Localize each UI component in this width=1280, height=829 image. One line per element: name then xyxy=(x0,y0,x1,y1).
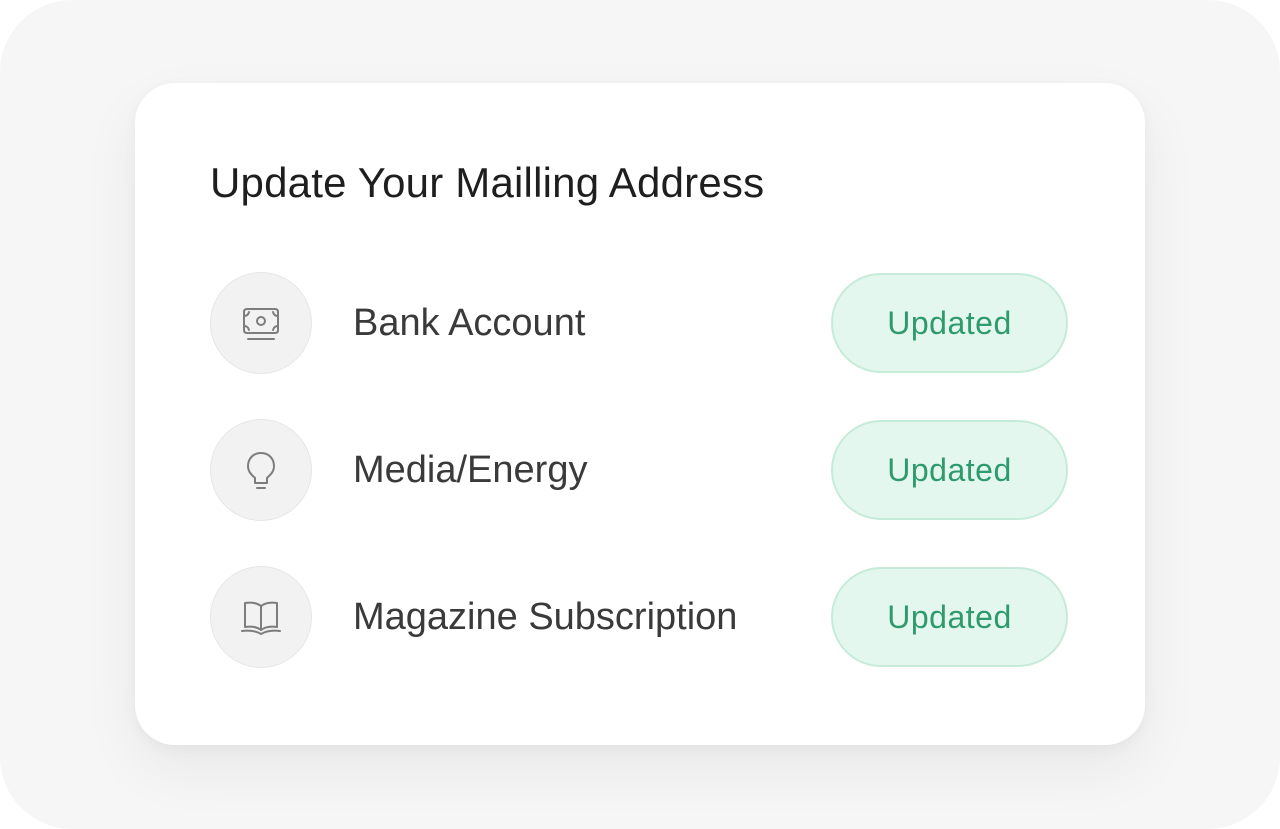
magazine-subscription-label: Magazine Subscription xyxy=(353,596,738,638)
media-energy-status-badge: Updated xyxy=(831,420,1068,520)
mailing-address-card: Update Your Mailling Address Bank Accoun… xyxy=(135,83,1145,745)
list-item-bank-account[interactable]: Bank Account Updated xyxy=(210,272,1070,376)
open-book-icon xyxy=(210,566,312,668)
list-item-media-energy[interactable]: Media/Energy Updated xyxy=(210,419,1070,523)
card-title: Update Your Mailling Address xyxy=(210,159,765,206)
list-item-magazine-subscription[interactable]: Magazine Subscription Updated xyxy=(210,566,1070,670)
bank-account-label: Bank Account xyxy=(353,302,586,344)
money-bill-icon xyxy=(210,272,312,374)
media-energy-label: Media/Energy xyxy=(353,449,588,491)
magazine-subscription-status-badge: Updated xyxy=(831,567,1068,667)
screen-background: Update Your Mailling Address Bank Accoun… xyxy=(0,0,1280,829)
lightbulb-icon xyxy=(210,419,312,521)
bank-account-status-badge: Updated xyxy=(831,273,1068,373)
